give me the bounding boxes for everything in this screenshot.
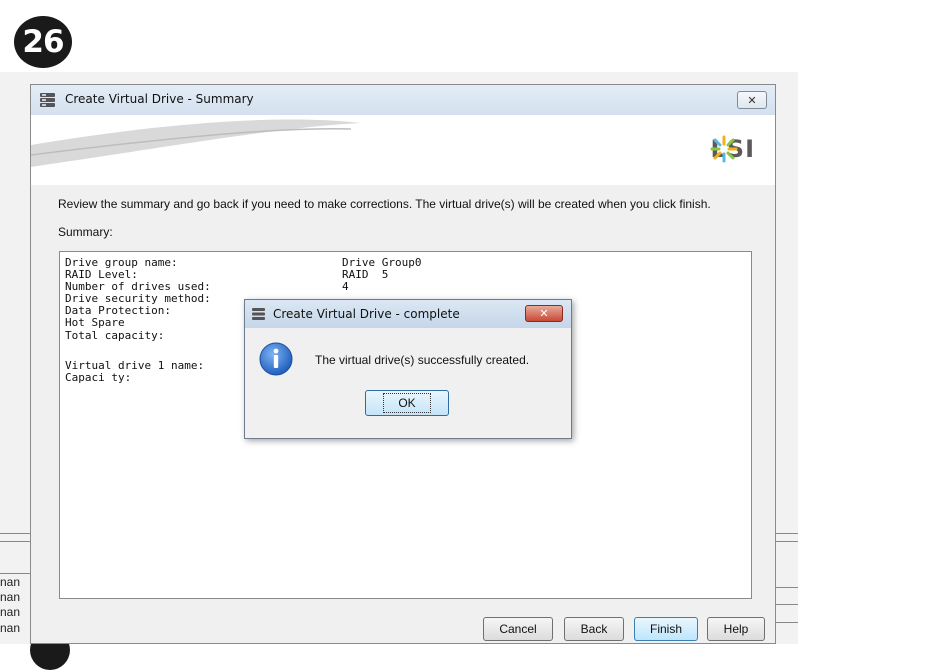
background-divider bbox=[0, 541, 30, 542]
dialog-titlebar[interactable]: Create Virtual Drive - complete ✕ bbox=[245, 300, 571, 328]
banner-swoosh bbox=[31, 119, 361, 167]
window-close-button[interactable]: ✕ bbox=[737, 91, 767, 109]
storage-drive-icon bbox=[40, 93, 55, 107]
storage-drive-icon bbox=[252, 308, 265, 320]
lsi-logo: LSI bbox=[710, 135, 755, 163]
dialog-message: The virtual drive(s) successfully create… bbox=[315, 353, 530, 367]
background-divider bbox=[776, 604, 798, 605]
ok-button[interactable]: OK bbox=[365, 390, 449, 416]
info-icon bbox=[259, 342, 293, 376]
background-divider bbox=[0, 573, 30, 574]
help-button[interactable]: Help bbox=[707, 617, 765, 641]
ok-button-label: OK bbox=[383, 393, 431, 413]
lsi-star-icon bbox=[710, 135, 738, 163]
summary-row-label: Capaci ty: bbox=[65, 371, 132, 384]
finish-button[interactable]: Finish bbox=[634, 617, 698, 641]
dialog-title: Create Virtual Drive - complete bbox=[273, 307, 460, 321]
lsi-banner: LSI bbox=[31, 115, 775, 185]
window-title: Create Virtual Drive - Summary bbox=[65, 92, 254, 106]
summary-label: Summary: bbox=[58, 225, 113, 239]
dialog-close-button[interactable]: ✕ bbox=[525, 305, 563, 322]
background-divider bbox=[776, 533, 798, 534]
summary-row-label: Total capacity: bbox=[65, 329, 165, 342]
step-number-badge: 26 bbox=[14, 16, 72, 68]
creation-complete-dialog: Create Virtual Drive - complete ✕ The vi… bbox=[244, 299, 572, 439]
background-row-text: nan bbox=[0, 575, 21, 589]
window-titlebar[interactable]: Create Virtual Drive - Summary ✕ bbox=[31, 85, 775, 116]
background-row-text: nan bbox=[0, 605, 21, 619]
background-row-text: nan bbox=[0, 621, 21, 635]
cancel-button[interactable]: Cancel bbox=[483, 617, 553, 641]
summary-row-value: 4 bbox=[342, 280, 349, 293]
background-divider bbox=[776, 622, 798, 623]
background-row-text: nan bbox=[0, 590, 21, 604]
background-divider bbox=[776, 587, 798, 588]
background-divider bbox=[776, 541, 798, 542]
back-button[interactable]: Back bbox=[564, 617, 624, 641]
instructions-text: Review the summary and go back if you ne… bbox=[58, 197, 711, 211]
summary-row-label: Hot Spare bbox=[65, 316, 125, 329]
background-divider bbox=[0, 533, 30, 534]
